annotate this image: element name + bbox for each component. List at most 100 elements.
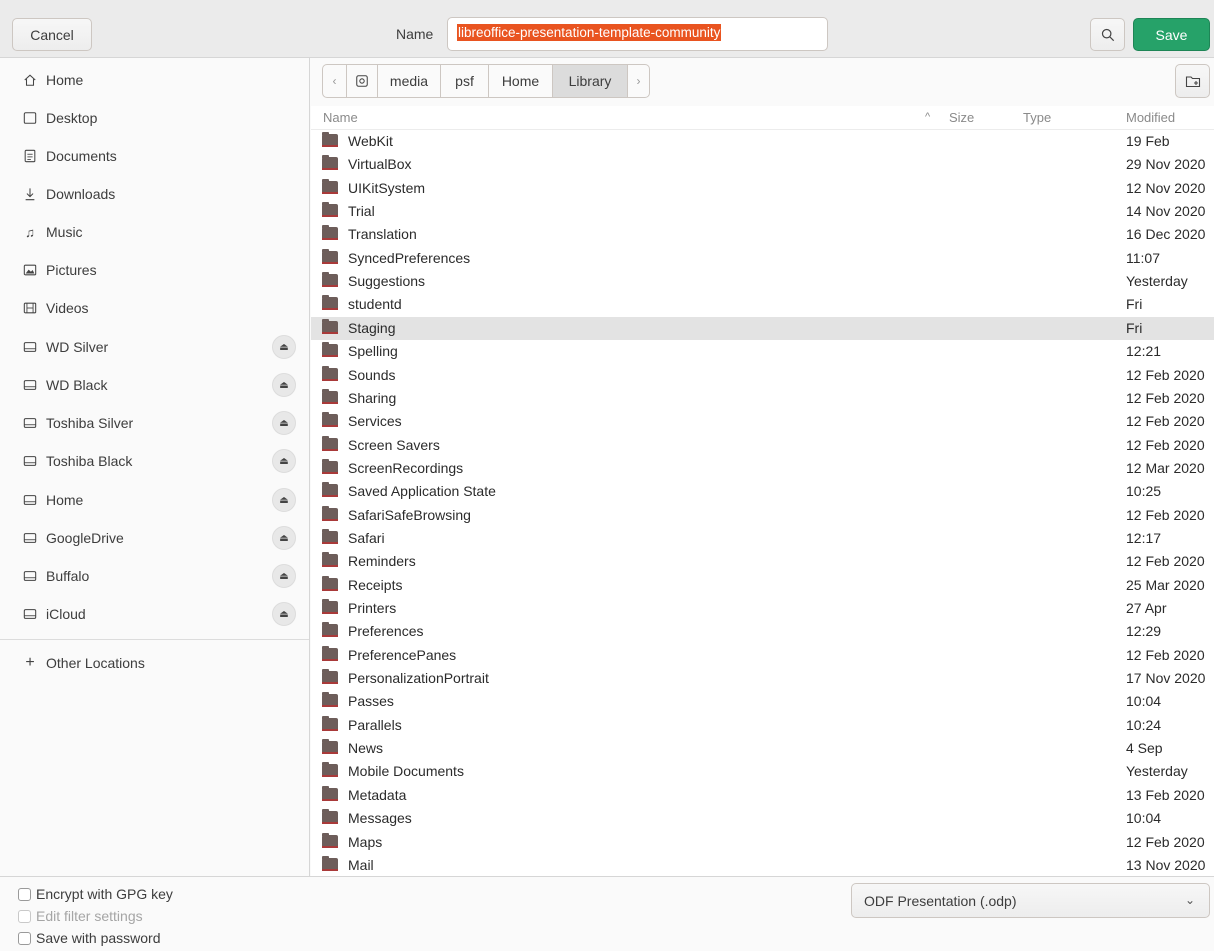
folder-icon — [322, 832, 338, 848]
table-row[interactable]: WebKit 19 Feb — [311, 130, 1214, 153]
breadcrumb-root[interactable] — [347, 64, 378, 98]
folder-icon — [322, 855, 338, 871]
save-password-checkbox[interactable]: Save with password — [18, 930, 161, 946]
desktop-icon — [22, 110, 38, 126]
save-button[interactable]: Save — [1133, 18, 1210, 51]
table-row[interactable]: Staging Fri — [311, 316, 1214, 340]
eject-icon[interactable]: ⏏ — [272, 335, 296, 359]
table-row[interactable]: Receipts 25 Mar 2020 — [311, 574, 1214, 597]
sidebar-item-desktop[interactable]: Desktop — [0, 99, 309, 137]
file-type-dropdown[interactable]: ODF Presentation (.odp) ⌄ — [851, 883, 1210, 918]
file-list[interactable]: Name ^ Size Type Modified WebKit 19 Feb Vi… — [311, 106, 1214, 876]
sidebar-item-drive[interactable]: Toshiba Black ⏏ — [0, 442, 309, 480]
sidebar-item-music[interactable]: ♫ Music — [0, 213, 309, 251]
sidebar-item-drive[interactable]: iCloud ⏏ — [0, 595, 309, 633]
breadcrumb-item-active[interactable]: Library — [553, 64, 628, 98]
eject-icon[interactable]: ⏏ — [272, 373, 296, 397]
table-row[interactable]: VirtualBox 29 Nov 2020 — [311, 153, 1214, 176]
column-name[interactable]: Name — [323, 110, 358, 125]
table-row[interactable]: Mail 13 Nov 2020 — [311, 854, 1214, 876]
table-row[interactable]: Trial 14 Nov 2020 — [311, 200, 1214, 223]
sidebar-item-drive[interactable]: Toshiba Silver ⏏ — [0, 404, 309, 442]
table-row[interactable]: Parallels 10:24 — [311, 714, 1214, 737]
table-row[interactable]: Translation 16 Dec 2020 — [311, 223, 1214, 246]
folder-icon — [322, 809, 338, 825]
encrypt-gpg-checkbox[interactable]: Encrypt with GPG key — [18, 886, 173, 902]
sidebar-item-drive[interactable]: GoogleDrive ⏏ — [0, 519, 309, 557]
table-row[interactable]: News 4 Sep — [311, 737, 1214, 760]
folder-icon — [322, 272, 338, 288]
sidebar-item-drive[interactable]: Buffalo ⏏ — [0, 557, 309, 595]
sidebar-item-label: Toshiba Black — [46, 453, 133, 469]
sidebar-item-home[interactable]: Home — [0, 61, 309, 99]
chevron-down-icon: ⌄ — [1184, 893, 1195, 907]
sidebar-item-videos[interactable]: Videos — [0, 289, 309, 327]
table-row[interactable]: Spelling 12:21 — [311, 340, 1214, 363]
file-modified: 12:17 — [1126, 529, 1162, 546]
column-modified[interactable]: Modified — [1126, 110, 1175, 125]
table-row[interactable]: Suggestions Yesterday — [311, 270, 1214, 293]
table-row[interactable]: Passes 10:04 — [311, 690, 1214, 713]
table-row[interactable]: SyncedPreferences 11:07 — [311, 247, 1214, 270]
table-row[interactable]: SafariSafeBrowsing 12 Feb 2020 — [311, 504, 1214, 527]
table-row[interactable]: Sharing 12 Feb 2020 — [311, 387, 1214, 410]
sidebar-item-label: Pictures — [46, 262, 97, 278]
breadcrumb-back-button[interactable]: ‹ — [322, 64, 347, 98]
sidebar-item-other-locations[interactable]: + Other Locations — [0, 644, 309, 682]
folder-icon — [322, 482, 338, 498]
table-row[interactable]: UIKitSystem 12 Nov 2020 — [311, 177, 1214, 200]
eject-icon[interactable]: ⏏ — [272, 488, 296, 512]
eject-icon[interactable]: ⏏ — [272, 526, 296, 550]
sidebar-item-drive[interactable]: WD Black ⏏ — [0, 366, 309, 404]
eject-icon[interactable]: ⏏ — [272, 449, 296, 473]
file-name: UIKitSystem — [348, 179, 426, 196]
table-row[interactable]: Messages 10:04 — [311, 807, 1214, 830]
table-row[interactable]: studentd Fri — [311, 293, 1214, 316]
table-row[interactable]: Sounds 12 Feb 2020 — [311, 364, 1214, 387]
disk-icon — [356, 75, 368, 87]
edit-filter-checkbox[interactable]: Edit filter settings — [18, 908, 143, 924]
column-size[interactable]: Size — [949, 110, 974, 125]
breadcrumb-forward-button[interactable]: › — [628, 64, 650, 98]
search-button[interactable] — [1090, 18, 1125, 51]
filename-input[interactable]: libreoffice-presentation-template-commun… — [447, 17, 828, 51]
eject-icon[interactable]: ⏏ — [272, 564, 296, 588]
breadcrumb-item[interactable]: media — [378, 64, 441, 98]
breadcrumb-item[interactable]: Home — [489, 64, 553, 98]
table-row[interactable]: Metadata 13 Feb 2020 — [311, 784, 1214, 807]
file-name: Sharing — [348, 389, 397, 406]
table-row[interactable]: PersonalizationPortrait 17 Nov 2020 — [311, 667, 1214, 690]
column-type[interactable]: Type — [1023, 110, 1051, 125]
cancel-button[interactable]: Cancel — [12, 18, 92, 51]
drive-icon — [22, 453, 38, 469]
file-modified: 12 Nov 2020 — [1126, 179, 1206, 196]
eject-icon[interactable]: ⏏ — [272, 602, 296, 626]
music-icon: ♫ — [25, 224, 35, 240]
table-row[interactable]: Maps 12 Feb 2020 — [311, 831, 1214, 854]
sidebar-item-drive[interactable]: WD Silver ⏏ — [0, 328, 309, 366]
folder-icon — [322, 692, 338, 708]
new-folder-button[interactable] — [1175, 64, 1210, 98]
table-row[interactable]: Safari 12:17 — [311, 527, 1214, 550]
sidebar-item-documents[interactable]: Documents — [0, 137, 309, 175]
table-row[interactable]: ScreenRecordings 12 Mar 2020 — [311, 457, 1214, 480]
table-row[interactable]: Services 12 Feb 2020 — [311, 410, 1214, 433]
sidebar-item-pictures[interactable]: Pictures — [0, 251, 309, 289]
file-name: Mail — [348, 856, 374, 873]
sidebar-item-drive[interactable]: Home ⏏ — [0, 481, 309, 519]
table-row[interactable]: Mobile Documents Yesterday — [311, 760, 1214, 783]
table-row[interactable]: Reminders 12 Feb 2020 — [311, 550, 1214, 573]
search-icon — [1101, 28, 1114, 41]
file-name: ScreenRecordings — [348, 459, 464, 476]
table-row[interactable]: Screen Savers 12 Feb 2020 — [311, 434, 1214, 457]
eject-icon[interactable]: ⏏ — [272, 411, 296, 435]
table-row[interactable]: Preferences 12:29 — [311, 620, 1214, 643]
sidebar-item-downloads[interactable]: Downloads — [0, 175, 309, 213]
table-row[interactable]: PreferencePanes 12 Feb 2020 — [311, 644, 1214, 667]
table-row[interactable]: Printers 27 Apr — [311, 597, 1214, 620]
breadcrumb-item[interactable]: psf — [441, 64, 489, 98]
file-modified: 10:25 — [1126, 483, 1162, 500]
table-row[interactable]: Saved Application State 10:25 — [311, 480, 1214, 503]
file-name: PersonalizationPortrait — [348, 670, 489, 687]
folder-icon — [322, 178, 338, 194]
